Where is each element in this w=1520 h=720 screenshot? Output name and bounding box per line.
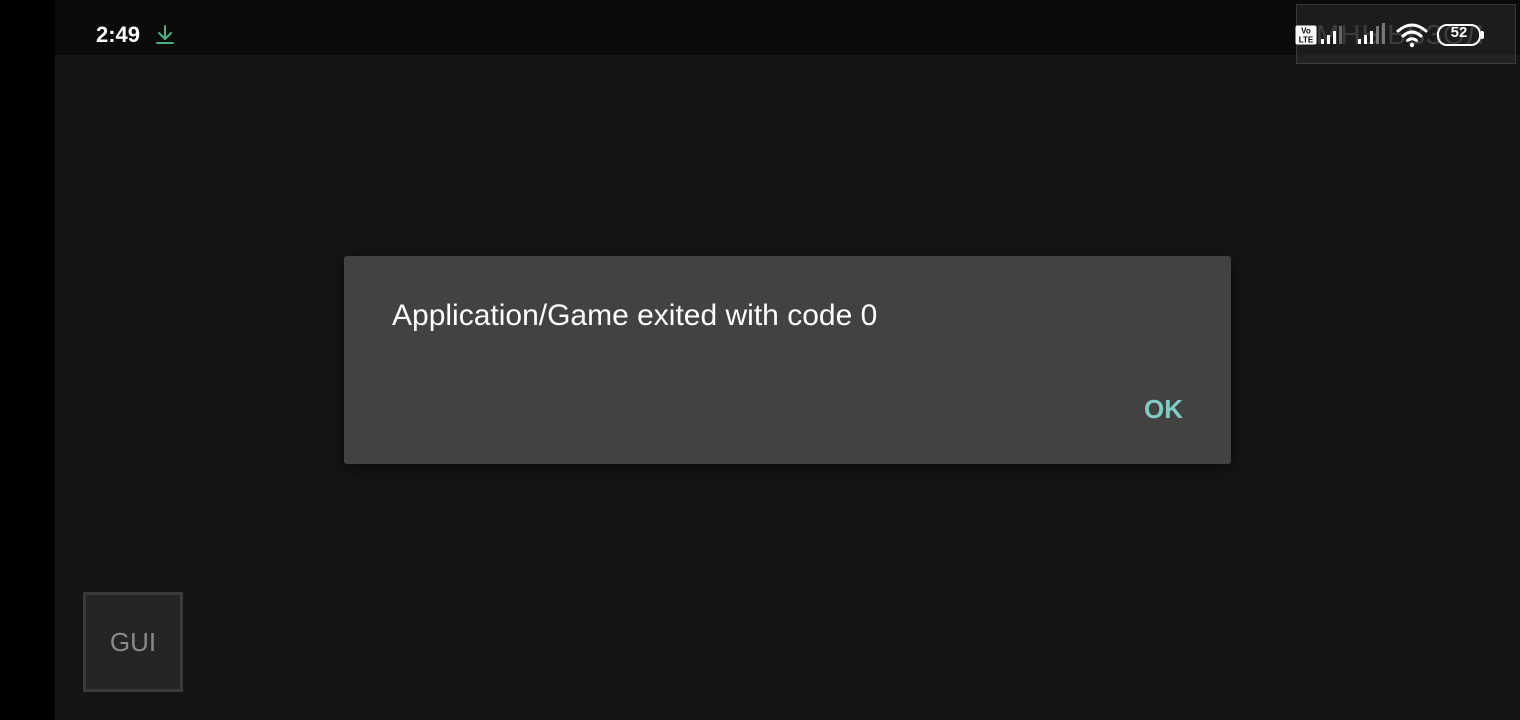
battery-level: 52 [1450,24,1468,41]
status-time: 2:49 [96,22,141,47]
battery-icon: 52 [1437,24,1484,46]
download-icon [156,25,174,44]
dialog-message: Application/Game exited with code 0 [392,299,878,332]
gui-button[interactable]: GUI [83,592,183,692]
wifi-icon [1396,23,1428,48]
exit-dialog: Application/Game exited with code 0 OK [344,256,1231,464]
device-screen: 2:49 МНЫЬВЗОЛ Vo LTE 52 Application/Game… [0,0,1520,720]
signal-icon [1358,23,1385,44]
battery-tip [1481,31,1484,39]
volte-icon: Vo LTE [1295,25,1317,45]
ok-button[interactable]: OK [1124,389,1203,429]
signal-icon [1321,26,1342,44]
volte-label-top: Vo [1301,27,1311,36]
volte-label-bottom: LTE [1299,36,1314,45]
